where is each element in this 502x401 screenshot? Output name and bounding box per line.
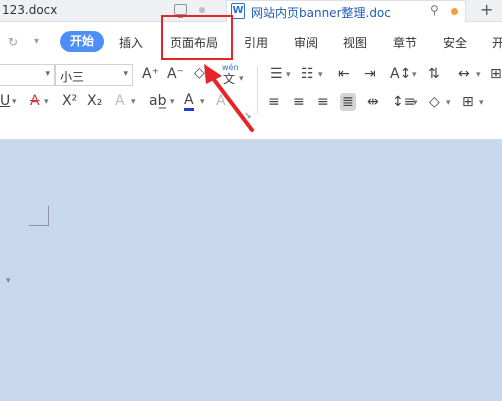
annotation-arrow-icon — [204, 64, 254, 132]
